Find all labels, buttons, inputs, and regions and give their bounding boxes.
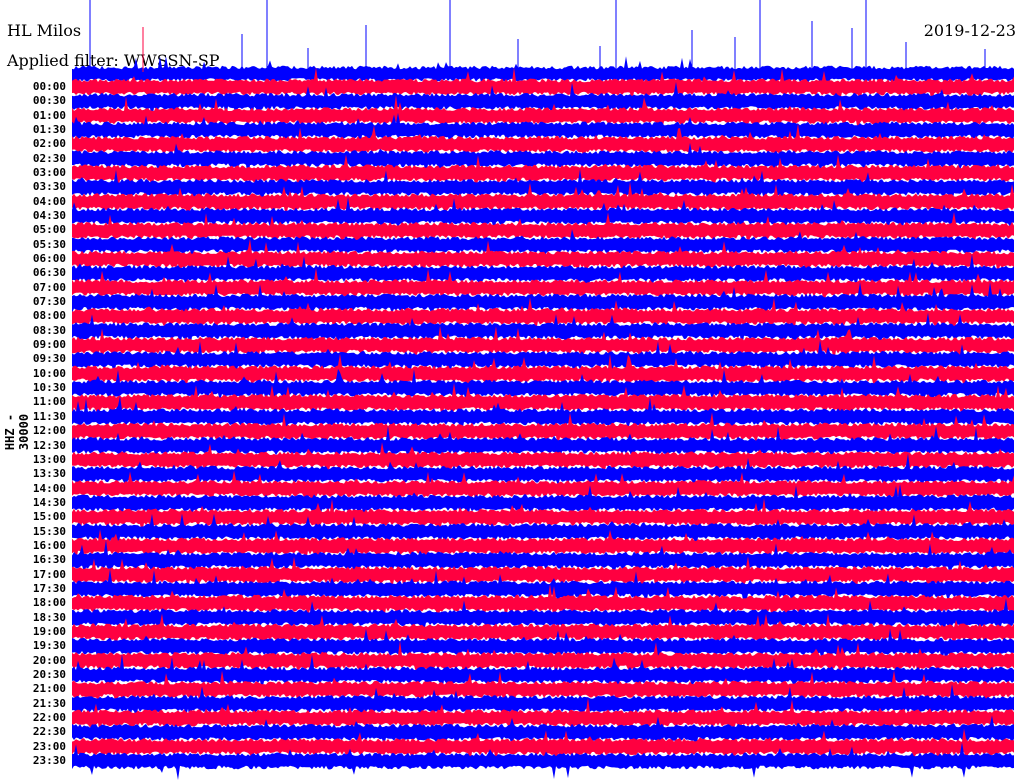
helicorder-plot: [72, 0, 1014, 780]
